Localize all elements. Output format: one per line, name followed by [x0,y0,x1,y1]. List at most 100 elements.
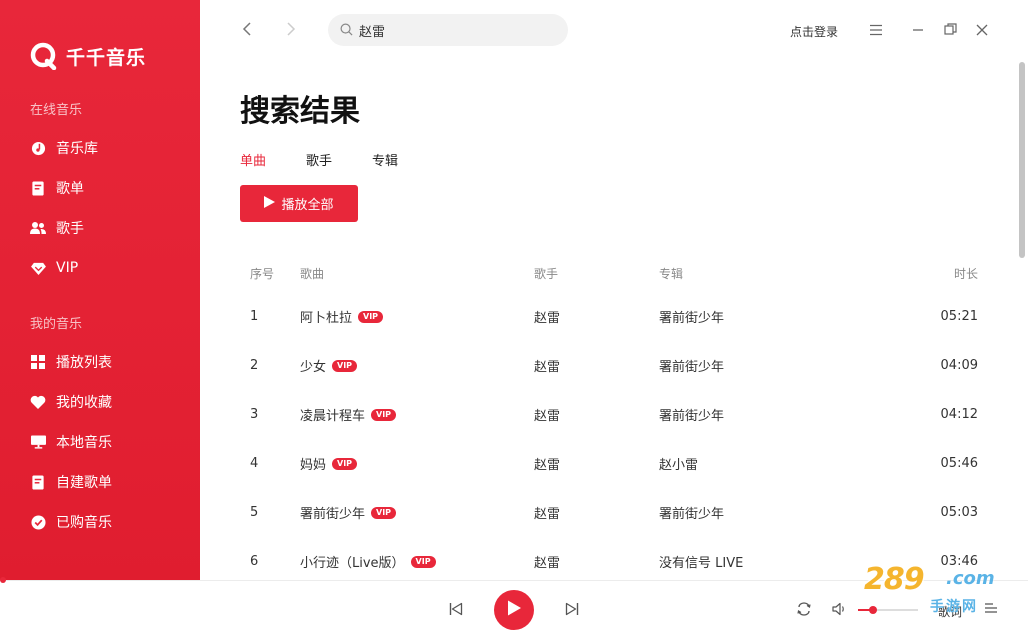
sidebar-item-vip[interactable]: VIP [30,256,78,280]
row-duration: 05:46 [940,456,978,471]
chevron-left-icon [242,20,252,41]
repeat-icon [796,601,812,620]
sidebar-item-label: 我的收藏 [56,395,112,411]
check-circle-icon [30,514,46,530]
sidebar-item-label: 播放列表 [56,355,112,371]
row-album[interactable]: 赵小雷 [659,439,698,488]
tab-artists[interactable]: 歌手 [306,150,332,169]
row-song[interactable]: 阿卜杜拉 VIP [300,292,384,341]
sidebar-item-label: 已购音乐 [56,515,112,531]
row-album[interactable]: 署前街少年 [659,488,724,537]
song-title: 少女 [300,360,327,375]
close-icon [976,21,988,40]
play-all-button[interactable]: 播放全部 [240,185,358,222]
repeat-mode-button[interactable] [794,600,814,620]
app-logo[interactable]: 千千音乐 [30,42,146,71]
close-button[interactable] [972,20,992,40]
watermark-subtitle: 手游网 [930,599,978,615]
next-button[interactable] [562,600,582,620]
row-duration: 05:03 [940,505,978,520]
sidebar-item-purchased[interactable]: 已购音乐 [30,510,112,534]
table-row[interactable]: 2 少女 VIP 赵雷 署前街少年 04:09 [240,341,980,390]
row-duration: 05:21 [940,309,978,324]
row-index: 3 [250,407,259,422]
sidebar-item-local-music[interactable]: 本地音乐 [30,430,112,454]
table-row[interactable]: 1 阿卜杜拉 VIP 赵雷 署前街少年 05:21 [240,292,980,341]
sidebar-item-favorites[interactable]: 我的收藏 [30,390,112,414]
section-title-online: 在线音乐 [30,103,83,118]
row-duration: 04:09 [940,358,978,373]
row-artist[interactable]: 赵雷 [534,537,560,586]
table-row[interactable]: 3 凌晨计程车 VIP 赵雷 署前街少年 04:12 [240,390,980,439]
sidebar-item-label: 歌单 [56,181,84,197]
sidebar-item-custom-playlists[interactable]: 自建歌单 [30,470,112,494]
login-link[interactable]: 点击登录 [790,23,838,40]
site-watermark: 289 .com 手游网 [842,560,1006,622]
row-artist[interactable]: 赵雷 [534,488,560,537]
heart-icon [30,394,46,410]
header-artist: 歌手 [534,266,559,281]
disc-icon [30,140,46,156]
app-window: 千千音乐 在线音乐 音乐库 歌单 歌手 VIP 我的音乐 播放列表 我的收藏 本… [0,0,1028,640]
song-title: 阿卜杜拉 [300,311,353,326]
scrollbar-thumb[interactable] [1019,62,1025,258]
sidebar-item-play-queue[interactable]: 播放列表 [30,350,112,374]
row-album[interactable]: 署前街少年 [659,341,724,390]
search-box[interactable] [328,14,568,46]
sidebar-item-label: 本地音乐 [56,435,112,451]
header-duration: 时长 [953,266,978,281]
forward-button[interactable] [281,20,301,40]
header-song: 歌曲 [300,266,325,281]
row-index: 4 [250,456,259,471]
row-artist[interactable]: 赵雷 [534,390,560,439]
sidebar-item-artists[interactable]: 歌手 [30,216,84,240]
row-artist[interactable]: 赵雷 [534,292,560,341]
minimize-button[interactable] [908,20,928,40]
minimize-icon [912,21,924,40]
restore-button[interactable] [940,20,960,40]
tab-songs[interactable]: 单曲 [240,150,266,169]
sidebar-item-music-library[interactable]: 音乐库 [30,136,98,160]
row-index: 5 [250,505,259,520]
row-song[interactable]: 妈妈 VIP [300,439,358,488]
previous-button[interactable] [446,600,466,620]
song-title: 妈妈 [300,458,327,473]
row-song[interactable]: 小行迹（Live版） VIP [300,537,436,586]
song-title: 署前街少年 [300,507,366,522]
row-artist[interactable]: 赵雷 [534,439,560,488]
document-icon [30,180,46,196]
play-all-label: 播放全部 [281,198,334,213]
row-song[interactable]: 凌晨计程车 VIP [300,390,397,439]
song-title: 小行迹（Live版） [300,556,405,571]
row-album[interactable]: 署前街少年 [659,390,724,439]
chevron-right-icon [286,20,296,41]
progress-handle[interactable] [0,577,6,583]
monitor-icon [30,434,46,450]
row-song[interactable]: 少女 VIP [300,341,358,390]
table-row[interactable]: 5 署前街少年 VIP 赵雷 署前街少年 05:03 [240,488,980,537]
logo-icon [30,42,58,71]
users-icon [30,220,46,236]
song-table: 序号 歌曲 歌手 专辑 时长 1 阿卜杜拉 VIP 赵雷 署前街少年 05:21 … [240,258,980,586]
diamond-icon [30,260,46,276]
row-song[interactable]: 署前街少年 VIP [300,488,397,537]
table-row[interactable]: 4 妈妈 VIP 赵雷 赵小雷 05:46 [240,439,980,488]
vip-badge: VIP [371,408,397,421]
row-artist[interactable]: 赵雷 [534,341,560,390]
grid-icon [30,354,46,370]
row-index: 2 [250,358,259,373]
search-input[interactable] [359,22,549,38]
play-icon [264,195,276,212]
row-album[interactable]: 署前街少年 [659,292,724,341]
watermark-domain: .com [946,568,995,589]
result-tabs: 单曲 歌手 专辑 [240,150,398,169]
vip-badge: VIP [410,555,436,568]
header-album: 专辑 [659,266,684,281]
play-button[interactable] [494,590,534,630]
tab-albums[interactable]: 专辑 [372,150,398,169]
back-button[interactable] [237,20,257,40]
vip-badge: VIP [332,359,358,372]
sidebar-item-playlists[interactable]: 歌单 [30,176,84,200]
menu-button[interactable] [866,20,886,40]
row-album[interactable]: 没有信号 LIVE [659,537,743,586]
